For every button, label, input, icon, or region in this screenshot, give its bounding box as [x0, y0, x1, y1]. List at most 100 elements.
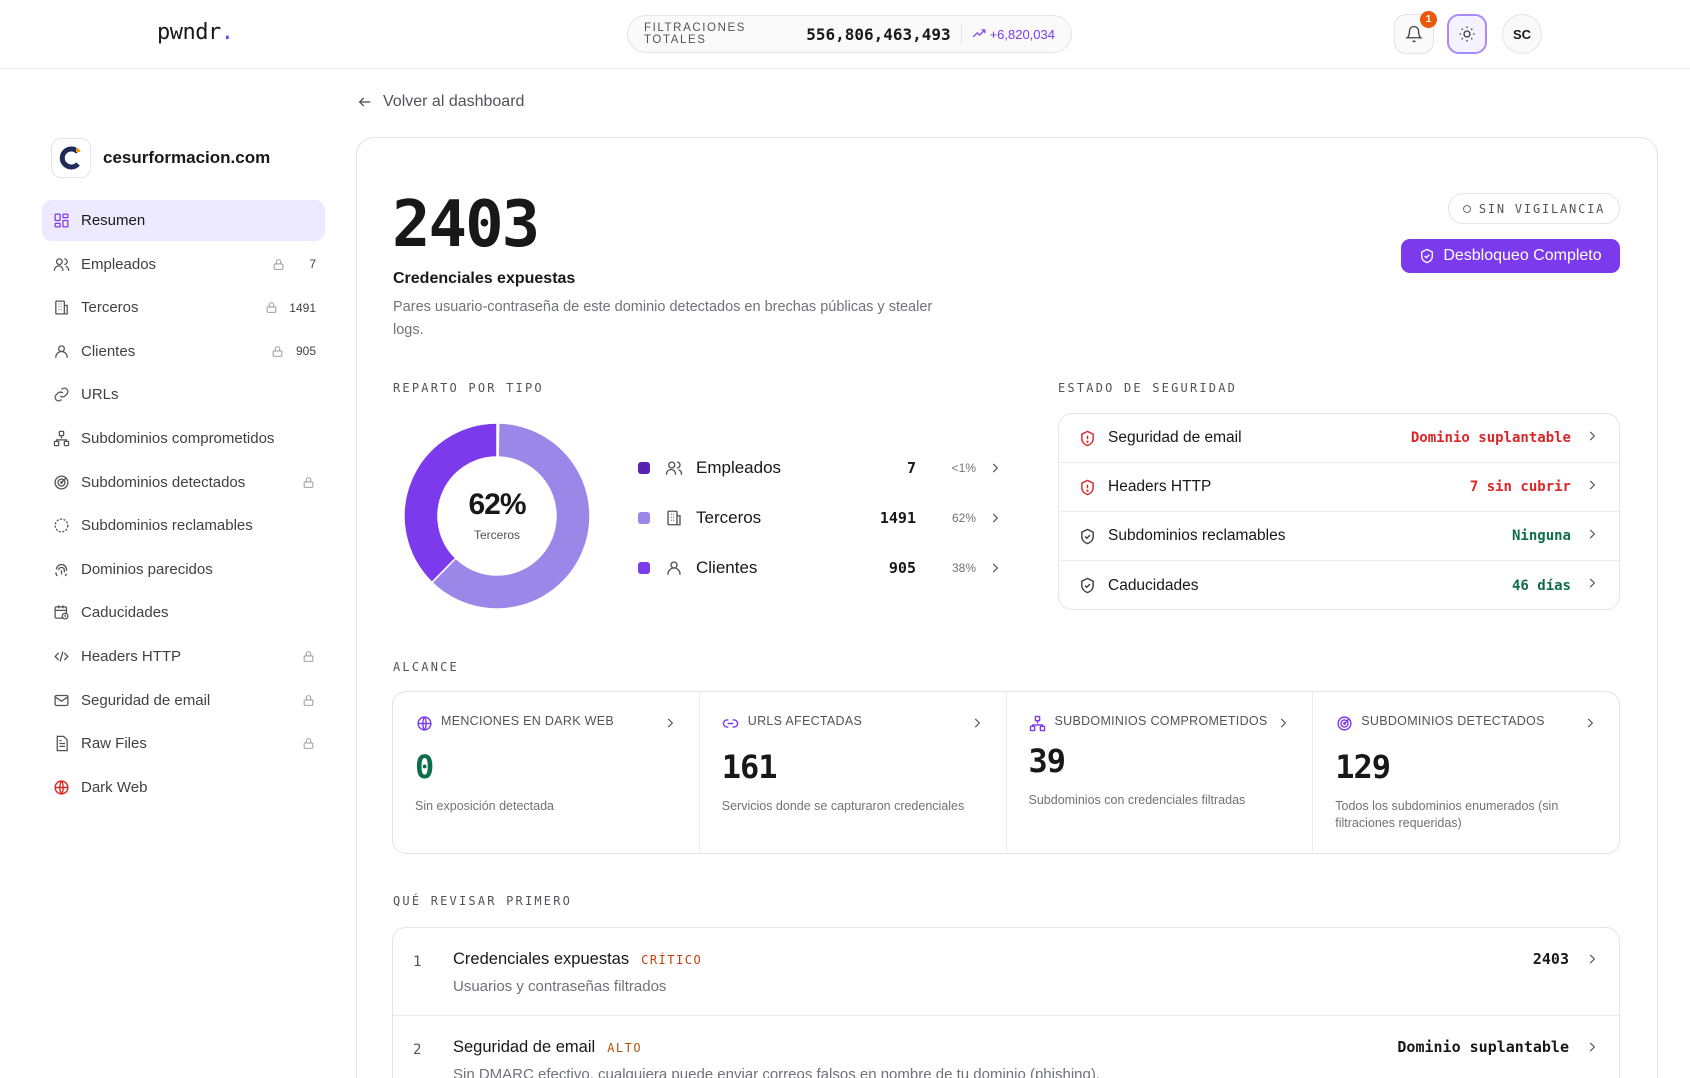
sidebar-item-resumen[interactable]: Resumen — [42, 200, 325, 241]
sidebar-item-headers-http[interactable]: Headers HTTP — [42, 636, 325, 677]
sidebar-item-label: Terceros — [81, 299, 139, 317]
legend-row-empleados[interactable]: Empleados 7 <1% — [638, 443, 1002, 493]
legend-row-clientes[interactable]: Clientes 905 38% — [638, 543, 1002, 593]
reach-card-title: MENCIONES EN DARK WEB — [441, 714, 614, 728]
reach-card-header: SUBDOMINIOS COMPROMETIDOS — [1029, 714, 1291, 732]
legend-percent: 38% — [951, 561, 976, 575]
lock-icon — [263, 300, 279, 316]
calendar-clock-icon — [51, 603, 71, 623]
building-icon — [51, 298, 71, 318]
priorities-list: 1 Credenciales expuestas CRÍTICO Usuario… — [392, 927, 1620, 1078]
priority-value: Dominio suplantable — [1397, 1038, 1569, 1056]
reach-card-description: Subdominios con credenciales filtradas — [1028, 793, 1246, 807]
reach-card-description: Todos los subdominios enumerados (sin fi… — [1335, 799, 1559, 830]
reach-card-title: URLS AFECTADAS — [747, 714, 863, 728]
network-icon — [1029, 714, 1047, 732]
priority-title-text: Seguridad de email — [453, 1038, 596, 1056]
exposed-credentials-total: 2403 — [392, 188, 540, 262]
security-row-email[interactable]: Seguridad de email Dominio suplantable — [1059, 414, 1619, 463]
sidebar-item-subdominios-detectados[interactable]: Subdominios detectados — [42, 462, 325, 503]
sidebar-item-empleados[interactable]: Empleados 7 — [42, 244, 325, 285]
sidebar-item-clientes[interactable]: Clientes 905 — [42, 331, 325, 372]
shield-check-icon — [1421, 248, 1434, 264]
chevron-right-icon — [976, 511, 1002, 525]
theme-toggle-button[interactable] — [1447, 14, 1487, 54]
sidebar-item-caducidades[interactable]: Caducidades — [42, 592, 325, 633]
reach-card-title: SUBDOMINIOS COMPROMETIDOS — [1054, 714, 1268, 728]
chevron-right-icon — [976, 561, 1002, 575]
reach-card-dark-web[interactable]: MENCIONES EN DARK WEB 0 Sin exposición d… — [393, 692, 700, 853]
security-row-name: Subdominios reclamables — [1108, 527, 1286, 544]
legend-name: Terceros — [696, 508, 762, 527]
reach-card-header: SUBDOMINIOS DETECTADOS — [1335, 714, 1597, 732]
security-row-expirations[interactable]: Caducidades 46 días — [1059, 561, 1619, 609]
sidebar-item-seguridad-email[interactable]: Seguridad de email — [42, 680, 325, 721]
security-row-reclaimable[interactable]: Subdominios reclamables Ninguna — [1059, 512, 1619, 561]
reach-card-description: Servicios donde se capturaron credencial… — [721, 799, 965, 813]
arrow-left-icon — [358, 97, 371, 107]
sidebar-item-label: Resumen — [81, 212, 146, 229]
priority-subtitle: Usuarios y contraseñas filtrados — [453, 978, 667, 995]
legend-row-terceros[interactable]: Terceros 1491 62% — [638, 493, 1002, 543]
chevron-right-icon — [1585, 478, 1599, 497]
sidebar-item-label: Subdominios detectados — [81, 473, 246, 491]
legend-swatch — [638, 562, 650, 574]
divider — [960, 24, 962, 44]
legend-percent: 62% — [951, 511, 976, 525]
sidebar-item-label: URLs — [81, 386, 119, 404]
domain-favicon-icon — [59, 146, 81, 170]
leaks-label: FILTRACIONES TOTALES — [644, 22, 747, 46]
status-label: SIN VIGILANCIA — [1478, 201, 1606, 216]
sidebar-item-subdominios-comprometidos[interactable]: Subdominios comprometidos — [42, 418, 325, 459]
chevron-right-icon — [976, 461, 1002, 475]
domain-header: cesurformacion.com — [51, 138, 270, 178]
reach-card-urls[interactable]: URLS AFECTADAS 161 Servicios donde se ca… — [700, 692, 1007, 853]
leaks-delta: +6,820,034 — [972, 27, 1055, 42]
security-section-label: ESTADO DE SEGURIDAD — [1058, 381, 1238, 395]
sidebar-item-terceros[interactable]: Terceros 1491 — [42, 287, 325, 328]
legend-swatch — [638, 462, 650, 474]
app-logo[interactable]: pwndr. — [157, 20, 234, 45]
back-link-label: Volver al dashboard — [383, 93, 525, 110]
sidebar-item-raw-files[interactable]: Raw Files — [42, 723, 325, 764]
reach-card-value: 161 — [721, 748, 778, 786]
user-avatar[interactable]: SC — [1502, 14, 1542, 54]
security-row-headers[interactable]: Headers HTTP 7 sin cubrir — [1059, 463, 1619, 512]
leaks-total: 556,806,463,493 — [806, 24, 951, 44]
priority-title-text: Credenciales expuestas — [453, 950, 630, 968]
exposed-credentials-description: Pares usuario-contraseña de este dominio… — [393, 299, 933, 338]
users-icon — [51, 254, 71, 274]
fingerprint-icon — [51, 559, 71, 579]
building-icon — [664, 508, 684, 528]
back-to-dashboard-link[interactable]: Volver al dashboard — [357, 93, 524, 111]
sidebar-item-label: Dark Web — [81, 778, 148, 796]
priority-row[interactable]: 2 Seguridad de email ALTO Sin DMARC efec… — [393, 1016, 1619, 1078]
notification-badge: 1 — [1420, 11, 1437, 28]
sidebar-item-subdominios-reclamables[interactable]: Subdominios reclamables — [42, 505, 325, 546]
chevron-right-icon — [1585, 527, 1599, 546]
exposed-credentials-title: Credenciales expuestas — [393, 270, 576, 287]
severity-badge: CRÍTICO — [641, 953, 703, 967]
reach-card-compromised-subdomains[interactable]: SUBDOMINIOS COMPROMETIDOS 39 Subdominios… — [1007, 692, 1314, 853]
priority-title: Credenciales expuestas CRÍTICO — [453, 950, 702, 969]
donut-center-label: Terceros — [473, 528, 520, 542]
sidebar-item-dominios-parecidos[interactable]: Dominios parecidos — [42, 549, 325, 590]
sidebar-item-dark-web[interactable]: Dark Web — [42, 767, 325, 808]
priority-row[interactable]: 1 Credenciales expuestas CRÍTICO Usuario… — [393, 928, 1619, 1016]
lock-icon — [300, 474, 316, 490]
reach-card-description: Sin exposición detectada — [415, 799, 554, 813]
notifications-button[interactable]: 1 — [1394, 11, 1437, 54]
logo-dot: . — [220, 20, 234, 45]
legend-value: 1491 — [879, 509, 916, 527]
sidebar-item-label: Empleados — [81, 255, 157, 273]
radar-icon — [51, 472, 71, 492]
domain-name: cesurformacion.com — [103, 148, 271, 167]
broken-link-icon — [51, 516, 71, 536]
logo-text: pwndr — [157, 20, 221, 45]
lock-icon — [300, 736, 316, 752]
unlock-button[interactable]: Desbloqueo Completo — [1401, 239, 1620, 273]
trending-up-icon — [972, 29, 985, 38]
sidebar-item-urls[interactable]: URLs — [42, 374, 325, 415]
reach-card-detected-subdomains[interactable]: SUBDOMINIOS DETECTADOS 129 Todos los sub… — [1313, 692, 1619, 853]
users-icon — [664, 458, 684, 478]
